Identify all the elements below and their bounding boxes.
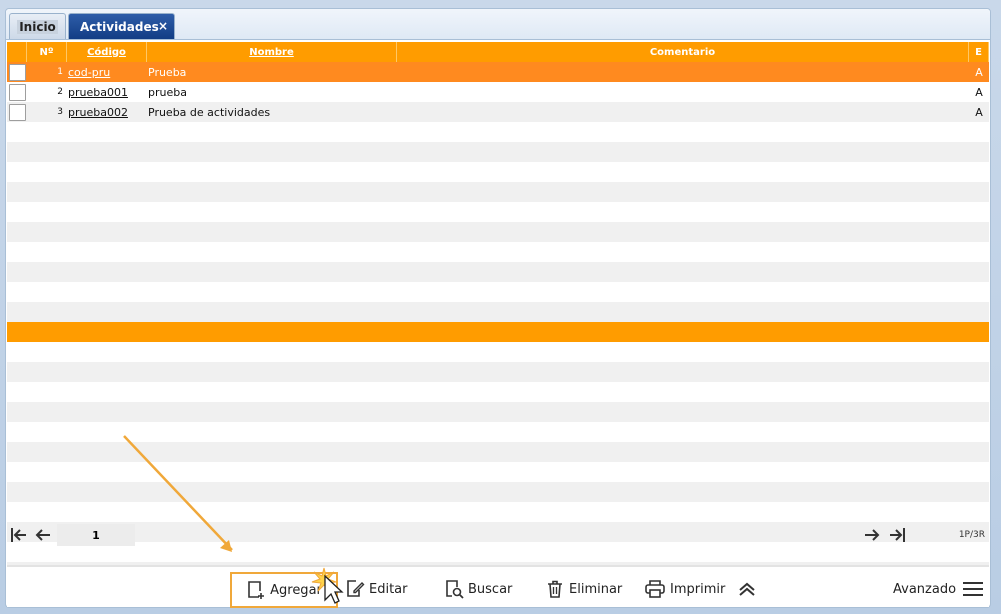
empty-row xyxy=(7,422,989,442)
empty-row xyxy=(7,482,989,502)
empty-row xyxy=(7,202,989,222)
data-grid: Nº Código Nombre Comentario E 1 cod-pru … xyxy=(7,42,989,582)
grid-header: Nº Código Nombre Comentario E xyxy=(7,42,989,62)
header-comentario[interactable]: Comentario xyxy=(397,42,969,62)
prev-page-icon[interactable] xyxy=(31,523,55,547)
empty-row xyxy=(7,122,989,142)
empty-row xyxy=(7,162,989,182)
avanzado-label: Avanzado xyxy=(893,581,957,597)
row-codigo-link[interactable]: prueba002 xyxy=(67,106,147,119)
buscar-button[interactable]: Buscar xyxy=(444,575,512,603)
buscar-label: Buscar xyxy=(468,581,513,597)
header-codigo[interactable]: Código xyxy=(67,42,147,62)
agregar-button[interactable]: Agregar xyxy=(230,572,338,608)
page-number-input[interactable]: 1 xyxy=(57,524,135,546)
row-nombre: Prueba de actividades xyxy=(148,105,271,119)
empty-row xyxy=(7,342,989,362)
row-nombre: Prueba xyxy=(148,65,187,79)
row-codigo-link[interactable]: prueba001 xyxy=(67,86,147,99)
hamburger-menu-icon[interactable] xyxy=(962,575,984,603)
first-page-icon[interactable] xyxy=(7,523,31,547)
trash-icon xyxy=(548,580,562,598)
editar-button[interactable]: Editar xyxy=(345,575,408,603)
row-select[interactable] xyxy=(7,82,27,102)
tab-bar: Inicio Actividades × xyxy=(6,9,990,40)
main-panel: Inicio Actividades × Nº Código Nombre Co… xyxy=(5,8,991,608)
chevron-double-up-icon xyxy=(739,582,755,596)
tab-actividades-label: Actividades xyxy=(80,19,159,34)
row-estado: A xyxy=(975,85,983,99)
action-toolbar: Agregar Editar Buscar Eliminar Imprimir … xyxy=(7,565,989,608)
empty-row xyxy=(7,462,989,482)
close-icon[interactable]: × xyxy=(158,19,168,33)
header-number[interactable]: Nº xyxy=(27,42,67,62)
row-checkbox[interactable] xyxy=(8,103,26,121)
header-nombre[interactable]: Nombre xyxy=(147,42,397,62)
eliminar-button[interactable]: Eliminar xyxy=(545,575,622,603)
editar-label: Editar xyxy=(369,581,408,597)
tab-inicio-label: Inicio xyxy=(17,19,58,34)
empty-row xyxy=(7,362,989,382)
row-estado: A xyxy=(975,65,983,79)
row-checkbox[interactable] xyxy=(8,83,26,101)
record-count: 1P/3R xyxy=(958,530,985,540)
empty-row xyxy=(7,222,989,242)
row-number: 3 xyxy=(57,107,63,117)
tab-actividades[interactable]: Actividades × xyxy=(68,13,175,39)
table-row[interactable]: 2 prueba001 prueba A xyxy=(7,82,989,102)
header-estado[interactable]: E xyxy=(969,42,989,62)
printer-icon xyxy=(645,580,665,598)
empty-row xyxy=(7,402,989,422)
row-number: 1 xyxy=(57,67,63,77)
empty-row xyxy=(7,282,989,302)
imprimir-label: Imprimir xyxy=(670,581,726,597)
avanzado-button[interactable]: Avanzado xyxy=(893,575,956,603)
imprimir-button[interactable]: Imprimir xyxy=(644,575,725,603)
last-page-icon[interactable] xyxy=(885,523,909,547)
empty-row xyxy=(7,242,989,262)
row-codigo-link[interactable]: cod-pru xyxy=(67,66,147,79)
more-actions-button[interactable] xyxy=(737,575,757,603)
agregar-label: Agregar xyxy=(270,582,322,598)
row-checkbox[interactable] xyxy=(8,63,26,81)
row-select[interactable] xyxy=(7,102,27,122)
empty-row xyxy=(7,142,989,162)
edit-document-icon xyxy=(347,580,365,597)
header-select xyxy=(7,42,27,62)
tab-inicio[interactable]: Inicio xyxy=(9,13,66,39)
row-number: 2 xyxy=(57,87,63,97)
next-page-icon[interactable] xyxy=(860,523,884,547)
row-estado: A xyxy=(975,105,983,119)
row-separator-band xyxy=(7,322,989,342)
add-document-icon xyxy=(248,581,265,599)
empty-row xyxy=(7,442,989,462)
row-nombre: prueba xyxy=(148,85,187,99)
empty-row xyxy=(7,182,989,202)
empty-row xyxy=(7,302,989,322)
row-select[interactable] xyxy=(7,62,27,82)
table-row[interactable]: 1 cod-pru Prueba A xyxy=(7,62,989,82)
eliminar-label: Eliminar xyxy=(569,581,623,597)
search-document-icon xyxy=(446,580,464,599)
empty-row xyxy=(7,502,989,522)
empty-row xyxy=(7,262,989,282)
pager: 1 1P/3R xyxy=(7,523,989,547)
table-row[interactable]: 3 prueba002 Prueba de actividades A xyxy=(7,102,989,122)
empty-row xyxy=(7,382,989,402)
